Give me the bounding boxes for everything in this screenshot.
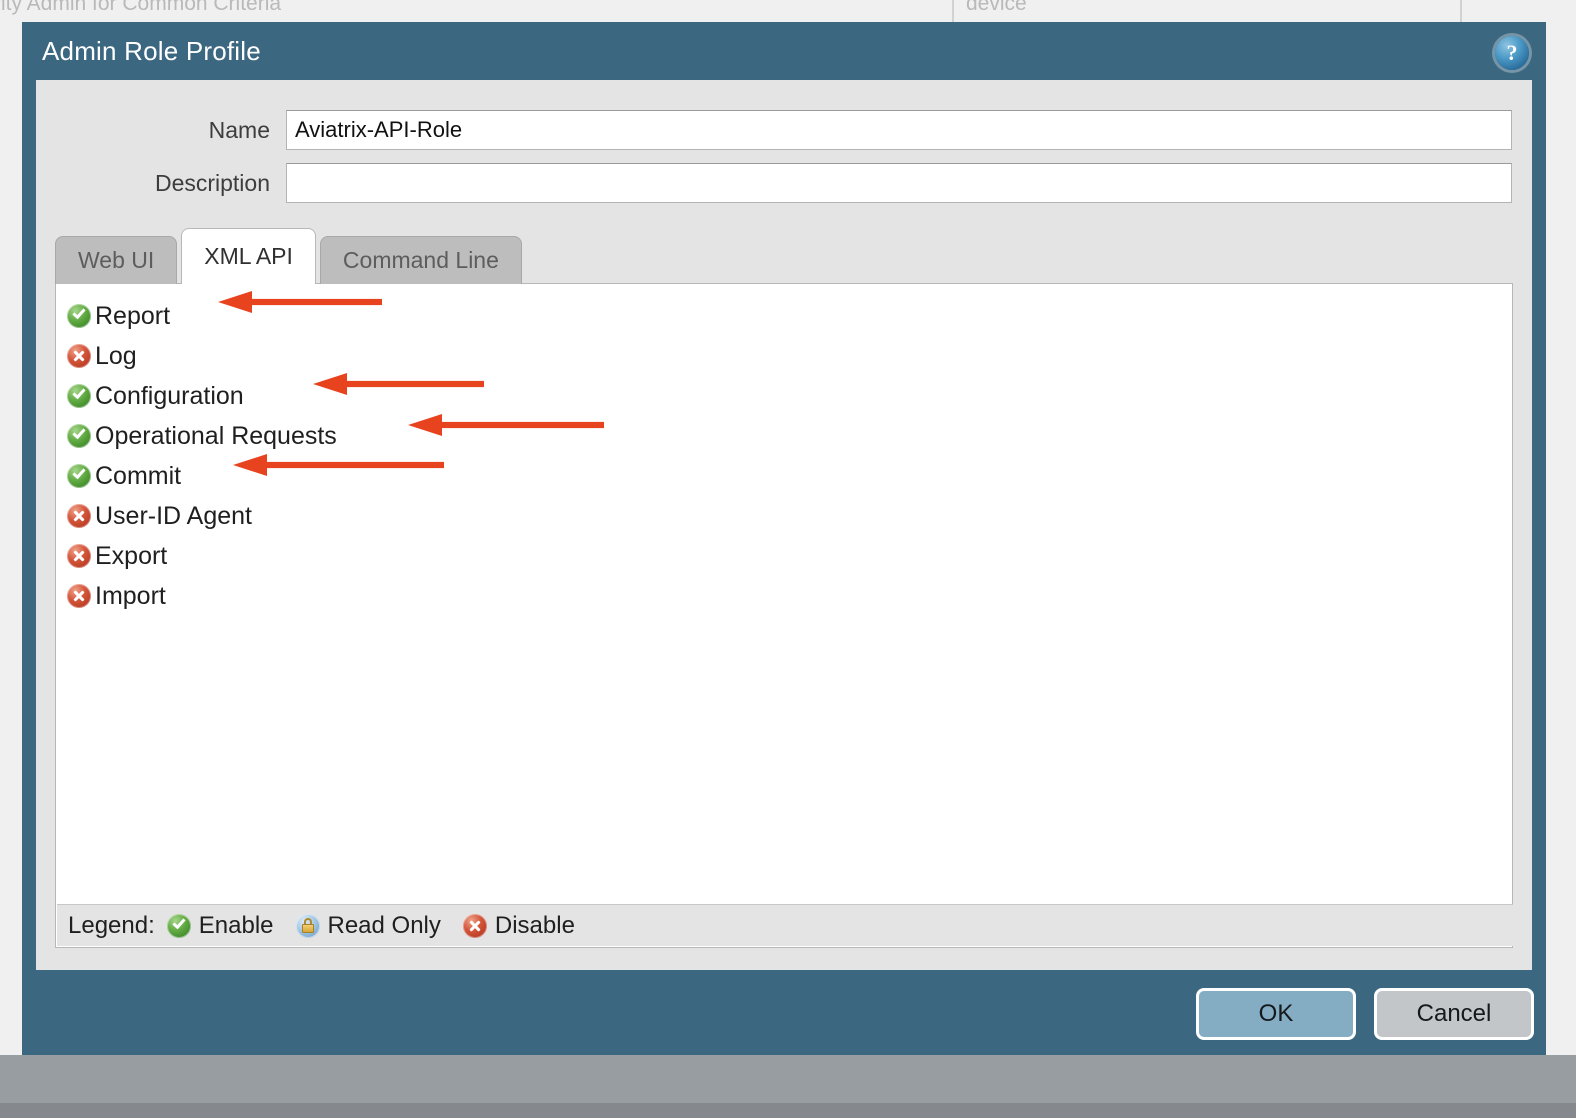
check-circle-icon[interactable] <box>67 304 91 328</box>
legend-item-disable: Disable <box>462 911 575 940</box>
tab-web-ui[interactable]: Web UI <box>55 236 178 284</box>
x-circle-icon[interactable] <box>67 544 91 568</box>
permission-row-export[interactable]: Export <box>67 536 707 576</box>
permission-row-commit[interactable]: Commit <box>67 456 707 496</box>
legend-item-read-only: Read Only <box>295 911 441 940</box>
permission-label: Report <box>95 301 171 330</box>
tab-bar: Web UI XML API Command Line <box>55 228 526 284</box>
help-icon[interactable]: ? <box>1495 36 1529 70</box>
lock-circle-icon <box>295 913 320 938</box>
background-column-divider <box>952 0 954 22</box>
help-icon-glyph: ? <box>1506 40 1518 65</box>
background-left-margin <box>0 22 22 1055</box>
dialog-titlebar: Admin Role Profile ? <box>22 22 1546 80</box>
cancel-button[interactable]: Cancel <box>1374 988 1534 1040</box>
check-circle-icon[interactable] <box>67 464 91 488</box>
legend-label: Disable <box>494 911 575 939</box>
permission-row-log[interactable]: Log <box>67 336 707 376</box>
legend-bar: Legend: Enable Read Only Disable <box>57 904 1513 946</box>
background-bottom-band-shadow <box>0 1103 1576 1118</box>
x-circle-icon <box>462 913 487 938</box>
background-right-margin <box>1546 22 1576 1055</box>
permission-label: Export <box>95 541 168 570</box>
legend-label: Enable <box>198 911 274 939</box>
description-label: Description <box>154 169 270 196</box>
name-input[interactable] <box>286 110 1512 150</box>
permission-label: Commit <box>95 461 182 490</box>
name-label: Name <box>208 116 270 143</box>
x-circle-icon[interactable] <box>67 504 91 528</box>
legend-label: Read Only <box>327 911 441 939</box>
description-form-row: Description <box>36 163 1532 203</box>
background-left-text: rity Admin for Common Criteria <box>0 0 282 15</box>
dialog-body: Name Description Web UI XML API Command … <box>36 80 1532 970</box>
ok-button[interactable]: OK <box>1196 988 1356 1040</box>
description-input[interactable] <box>286 163 1512 203</box>
permission-row-configuration[interactable]: Configuration <box>67 376 707 416</box>
check-circle-icon[interactable] <box>67 424 91 448</box>
permission-label: Operational Requests <box>95 421 337 450</box>
background-right-text: device <box>966 0 1027 15</box>
legend-title: Legend: <box>68 911 155 939</box>
permission-label: User-ID Agent <box>95 501 253 530</box>
permission-row-import[interactable]: Import <box>67 576 707 616</box>
tab-xml-api[interactable]: XML API <box>181 228 316 284</box>
lock-body <box>301 923 314 933</box>
tab-command-line[interactable]: Command Line <box>319 236 522 284</box>
name-form-row: Name <box>36 110 1532 150</box>
check-circle-icon <box>166 913 191 938</box>
legend-item-enable: Enable <box>166 911 274 940</box>
xml-api-panel: Report Log Configuration Operational Req… <box>55 283 1513 948</box>
background-bottom-band <box>0 1055 1576 1103</box>
permission-row-user-id-agent[interactable]: User-ID Agent <box>67 496 707 536</box>
permission-list: Report Log Configuration Operational Req… <box>67 296 1512 616</box>
x-circle-icon[interactable] <box>67 584 91 608</box>
dialog-footer: OK Cancel <box>22 970 1546 1055</box>
background-column-divider <box>1460 0 1462 22</box>
permission-row-operational-requests[interactable]: Operational Requests <box>67 416 707 456</box>
permission-label: Configuration <box>95 381 244 410</box>
permission-row-report[interactable]: Report <box>67 296 707 336</box>
permission-label: Import <box>95 581 166 610</box>
x-circle-icon[interactable] <box>67 344 91 368</box>
permission-label: Log <box>95 341 137 370</box>
background-header-strip: rity Admin for Common Criteria device <box>0 0 1576 22</box>
dialog-title: Admin Role Profile <box>42 36 261 66</box>
admin-role-profile-dialog: Admin Role Profile ? Name Description We… <box>22 22 1546 1055</box>
check-circle-icon[interactable] <box>67 384 91 408</box>
